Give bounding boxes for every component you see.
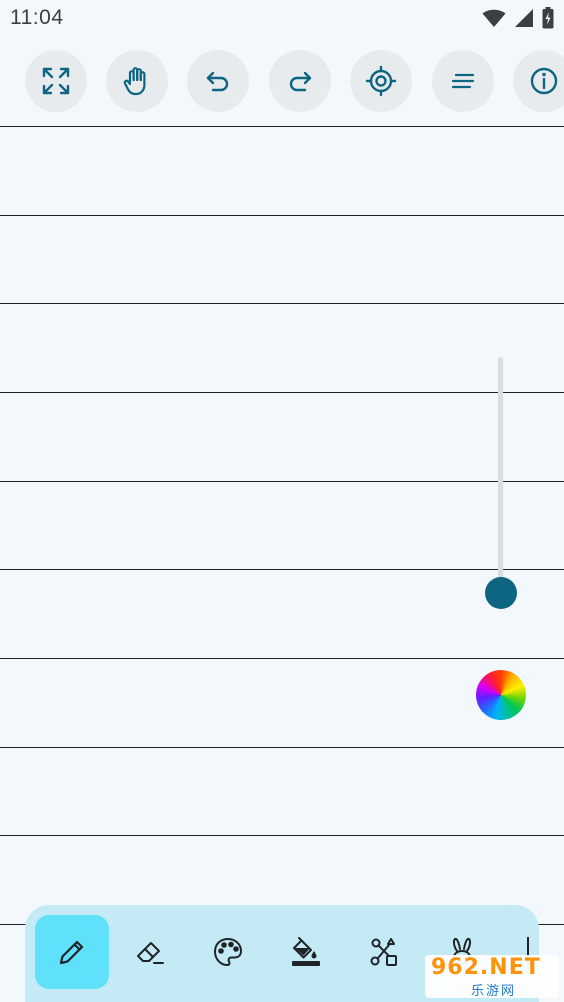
ruled-line [0,303,564,304]
ruled-line [0,215,564,216]
watermark-bottom-text: 乐游网 [471,984,517,999]
palette-tool-button[interactable] [191,915,265,989]
status-icons [482,7,554,29]
pencil-icon [59,940,84,965]
brush-size-slider-thumb[interactable] [485,577,517,609]
shapes-tool-button[interactable] [347,915,421,989]
status-time: 11:04 [10,6,64,29]
color-wheel-icon[interactable] [476,670,526,720]
cell-signal-icon [515,9,533,27]
top-toolbar [0,50,564,112]
undo-icon [206,71,229,92]
ruled-line [0,747,564,748]
paint-bucket-icon [292,937,320,966]
drawing-canvas[interactable] [0,112,564,1002]
status-bar: 11:04 [0,0,564,36]
menu-button[interactable] [432,50,494,112]
watermark-top-text: 962.NET [431,955,541,980]
info-icon [530,67,558,95]
pan-button[interactable] [106,50,168,112]
info-button[interactable] [513,50,564,112]
brush-size-slider-track[interactable] [498,357,503,593]
fill-tool-button[interactable] [269,915,343,989]
ruled-line [0,481,564,482]
wifi-icon [482,9,506,27]
battery-charging-icon [542,7,554,29]
ruled-line [0,126,564,127]
watermark: 962.NET 乐游网 [425,955,559,999]
redo-button[interactable] [269,50,331,112]
expand-arrows-icon [42,67,70,95]
fullscreen-button[interactable] [25,50,87,112]
text-lines-icon [451,73,475,89]
ruled-line [0,392,564,393]
redo-icon [289,71,312,92]
crosshair-target-icon [365,65,397,97]
ruled-line [0,658,564,659]
palette-icon [214,938,242,966]
ruled-line [0,569,564,570]
pencil-tool-button[interactable] [35,915,109,989]
eraser-tool-button[interactable] [113,915,187,989]
undo-button[interactable] [187,50,249,112]
eraser-icon [137,942,164,964]
ruled-line [0,835,564,836]
hand-icon [123,67,146,96]
shapes-icon [370,938,397,966]
center-button[interactable] [350,50,412,112]
